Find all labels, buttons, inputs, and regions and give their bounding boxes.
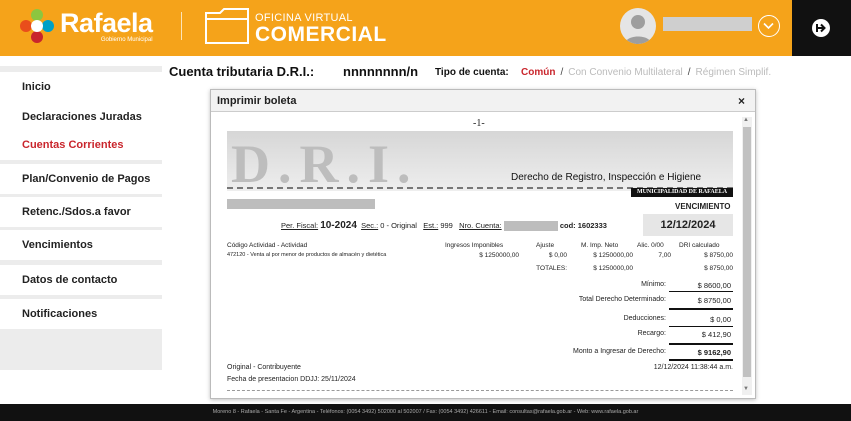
dialog-scrollbar[interactable]: ▲ ▼ [742,117,752,395]
summary-minimo-label: Mínimo: [641,281,666,288]
username-redacted [663,17,752,31]
scroll-up-icon[interactable]: ▲ [743,117,749,123]
vencimiento-label: VENCIMIENTO [675,202,731,211]
summary-minimo-value: $ 8600,00 [697,281,731,290]
logo-mark-icon [20,9,54,43]
logout-button[interactable] [792,0,851,56]
row-ajuste: $ 0,00 [548,252,567,259]
app-title: OFICINA VIRTUAL COMERCIAL [255,13,387,46]
sidebar-item-declaraciones[interactable]: Declaraciones Juradas [0,102,162,132]
col-actividad: Código Actividad - Actividad [227,242,308,249]
row-alic: 7,00 [658,252,671,259]
row-dri: $ 8750,00 [704,252,733,259]
totales-m-imp: $ 1250000,00 [593,265,633,272]
sidebar-item-plan-convenio[interactable]: Plan/Convenio de Pagos [0,164,162,194]
folder-icon [205,8,249,44]
tipo-option-comun[interactable]: Común [521,67,555,78]
sidebar-item-retenciones[interactable]: Retenc./Sdos.a favor [0,197,162,227]
print-timestamp: 12/12/2024 11:38:44 a.m. [653,364,733,371]
cuenta-redacted [503,221,558,232]
account-number: nnnnnnnn/n [343,64,419,79]
sidebar-bottom [0,370,162,404]
header-divider [181,12,182,40]
chevron-down-icon[interactable] [758,15,780,37]
summary-recargo-label: Recargo: [637,330,666,337]
copy-label: Original - Contribuyente [227,364,301,371]
sidebar-item-datos-contacto[interactable]: Datos de contacto [0,265,162,295]
dri-banner-text: D.R.I. [231,134,419,191]
municipality-label: MUNICIPALIDAD DE RAFAELA [631,188,733,197]
scroll-down-icon[interactable]: ▼ [743,386,749,392]
sidebar-item-vencimientos[interactable]: Vencimientos [0,230,162,260]
row-ingresos: $ 1250000,00 [479,252,519,259]
logo-name: Rafaela [60,7,153,38]
per-fiscal-value: 10-2024 [320,220,357,231]
summary-total-value: $ 8750,00 [697,296,731,305]
tipo-option-simplificado[interactable]: Régimen Simplif. [696,67,772,78]
sidebar-item-inicio[interactable]: Inicio [0,72,162,102]
col-dri: DRI calculado [679,242,720,249]
taxpayer-name-redacted [227,199,375,209]
row-actividad: 472120 - Venta al por menor de productos… [227,252,387,258]
page-footer: Moreno 8 - Rafaela - Santa Fe - Argentin… [0,404,851,421]
col-m-imp: M. Imp. Neto [581,242,619,249]
sidebar-item-cuentas-corrientes[interactable]: Cuentas Corrientes [0,130,162,160]
row-m-imp: $ 1250000,00 [593,252,633,259]
totales-dri: $ 8750,00 [704,265,733,272]
logout-icon [812,19,830,37]
summary-total-label: Total Derecho Determinado: [578,296,666,303]
summary-monto-value: $ 9162,90 [697,348,731,357]
col-alic: Alic. 0/00 [637,242,664,249]
sidebar-item-notificaciones[interactable]: Notificaciones [0,299,162,329]
tipo-option-convenio[interactable]: Con Convenio Multilateral [568,67,683,78]
user-avatar-icon[interactable] [620,8,656,44]
scrollbar-thumb[interactable] [743,127,751,377]
top-header: Rafaela Gobierno Municipal OFICINA VIRTU… [0,0,851,56]
col-ingresos: Ingresos Imponibles [445,242,504,249]
presentation-date: Fecha de presentacion DDJJ: 25/11/2024 [227,376,356,383]
app-title-bottom: COMERCIAL [255,23,387,46]
tipo-cuenta-label: Tipo de cuenta: [435,67,509,78]
boleta-document: -1- D.R.I. Derecho de Registro, Inspecci… [211,90,741,398]
boleta-subtitle: Derecho de Registro, Inspección e Higien… [511,172,702,183]
tipo-cuenta-options: Común / Con Convenio Multilateral / Régimen … [521,67,772,78]
rafaela-logo[interactable]: Rafaela Gobierno Municipal [20,9,153,43]
fiscal-info-row: Per. Fiscal: 10-2024 Sec.: 0 - Original … [281,220,607,232]
account-title: Cuenta tributaria D.R.I.: [169,64,315,79]
summary-monto-label: Monto a Ingresar de Derecho: [573,348,666,355]
page-marker: -1- [473,118,485,129]
print-boleta-dialog: Imprimir boleta × -1- D.R.I. Derecho de … [210,89,756,399]
vencimiento-date: 12/12/2024 [643,214,733,236]
summary-deducciones-label: Deducciones: [623,315,666,322]
col-ajuste: Ajuste [536,242,555,249]
totales-label: TOTALES: [536,265,567,272]
summary-deducciones-value: $ 0,00 [710,315,731,324]
summary-recargo-value: $ 412,90 [701,330,731,339]
